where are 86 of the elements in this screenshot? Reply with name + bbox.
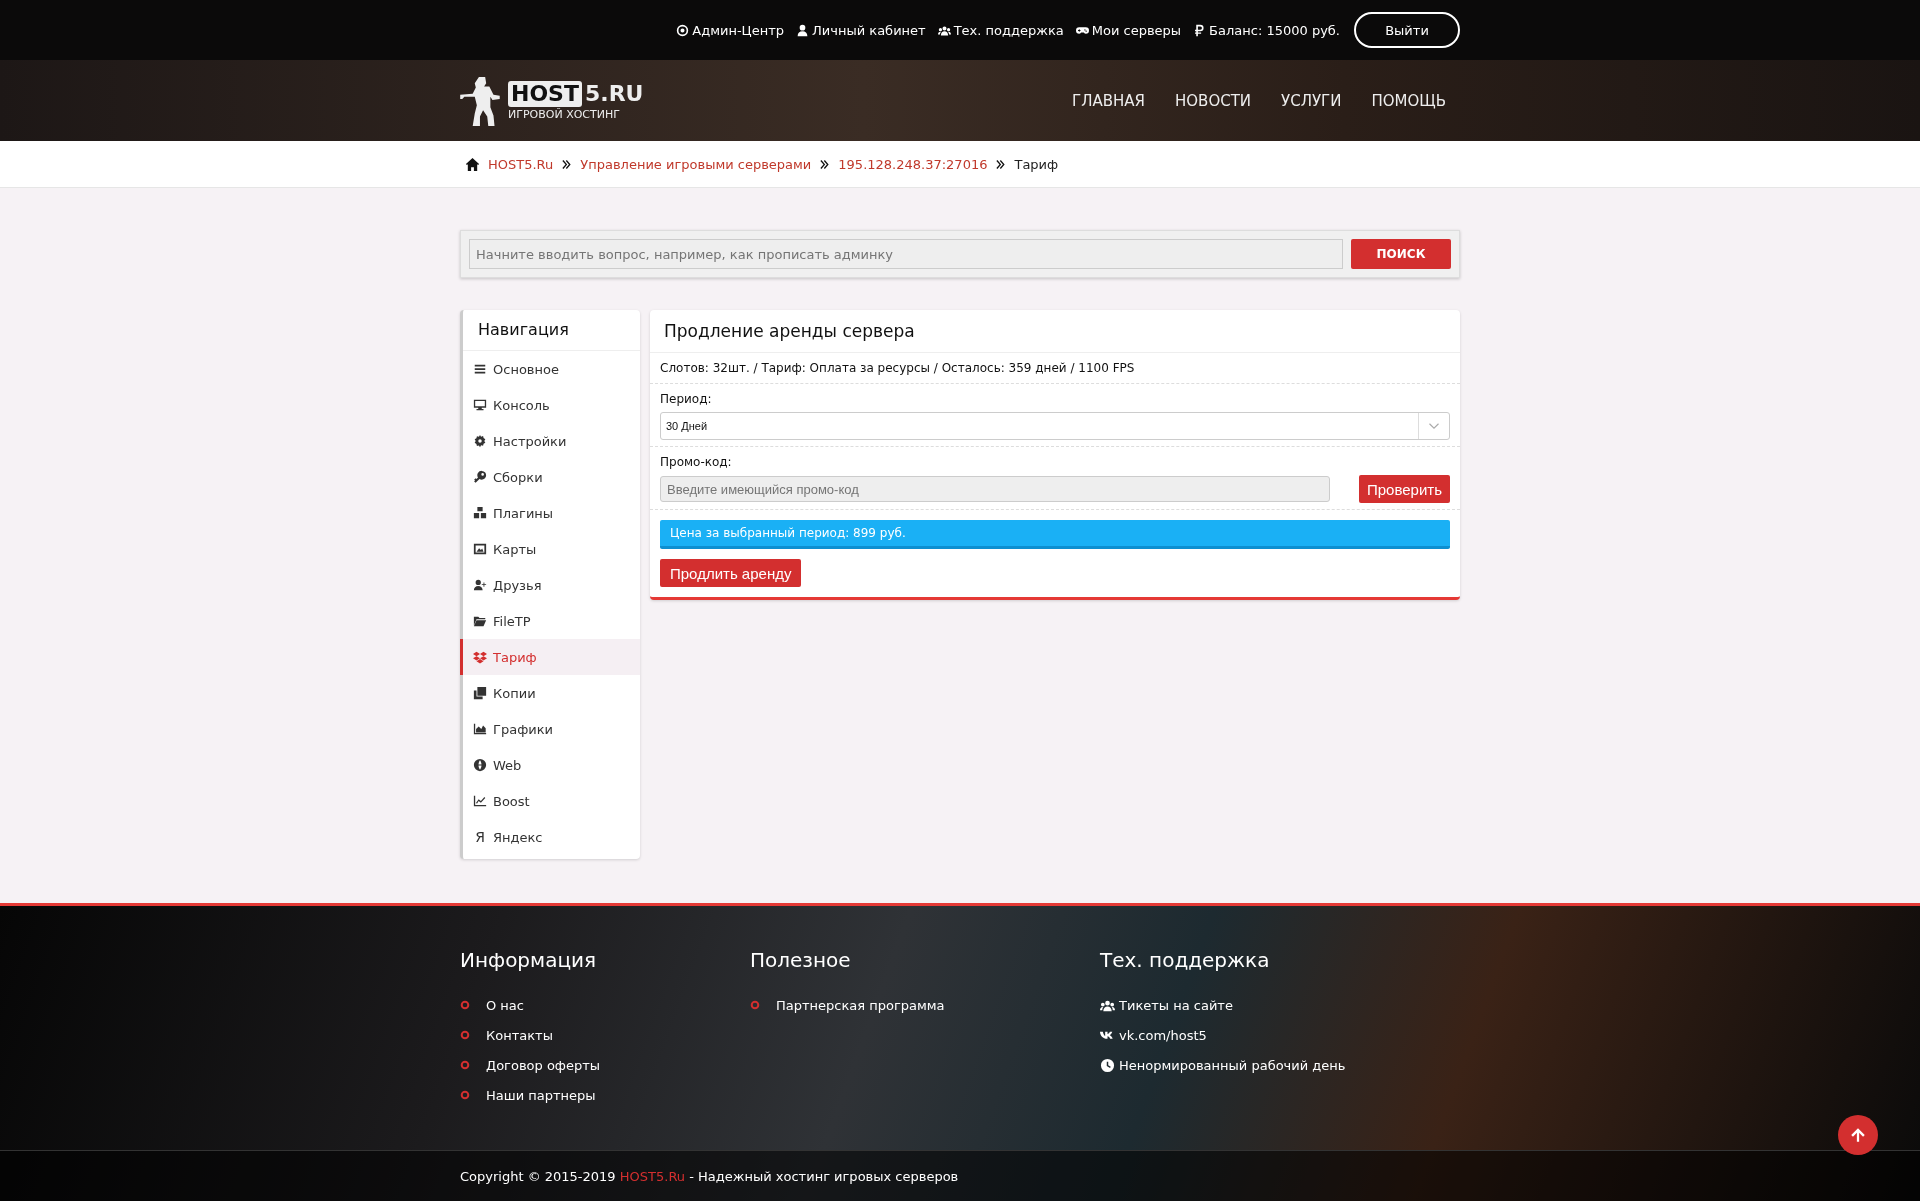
bullet-icon xyxy=(460,1060,470,1070)
brand-link[interactable]: HOST5.Ru xyxy=(619,1168,686,1184)
panel-title: Продление аренды сервера xyxy=(650,310,1460,353)
sidebar-item[interactable]: Настройки xyxy=(460,423,640,459)
sidebar-item[interactable]: Я Яндекс xyxy=(460,819,640,855)
sidebar-item[interactable]: Копии xyxy=(460,675,640,711)
sidebar-item[interactable]: Основное xyxy=(460,351,640,387)
sidebar-item[interactable]: Консоль xyxy=(460,387,640,423)
search-button[interactable]: ПОИСК xyxy=(1351,239,1451,269)
arrow-up-icon xyxy=(1849,1126,1867,1144)
cubes-icon xyxy=(473,506,487,520)
sidebar-item[interactable]: Плагины xyxy=(460,495,640,531)
image-icon xyxy=(473,542,487,556)
menu-icon xyxy=(473,362,487,376)
gear-icon xyxy=(473,434,487,448)
chevron-icon xyxy=(995,158,1007,170)
footer-heading: Информация xyxy=(460,948,598,972)
footer-heading: Полезное xyxy=(750,948,852,972)
ruble-icon xyxy=(1193,23,1207,37)
logo-tagline: ИГРОВОЙ ХОСТИНГ xyxy=(508,107,621,121)
sidebar-item[interactable]: Boost xyxy=(460,783,640,819)
top-link[interactable]: Тех. поддержка xyxy=(937,22,1064,38)
field-label: Период: xyxy=(660,392,713,406)
sidebar-item[interactable]: Web xyxy=(460,747,640,783)
copy-icon xyxy=(473,686,487,700)
footer-link[interactable]: Договор оферты xyxy=(486,1057,601,1073)
target-icon xyxy=(676,23,690,37)
footer-link[interactable]: Контакты xyxy=(486,1027,553,1043)
letter-icon: Я xyxy=(473,829,487,845)
breadcrumb-item: Тариф xyxy=(1014,156,1059,172)
key-icon xyxy=(473,470,487,484)
footer-link[interactable]: Наши партнеры xyxy=(486,1087,596,1103)
footer-link[interactable]: vk.com/host5 xyxy=(1119,1027,1207,1043)
sidebar-item[interactable]: Друзья xyxy=(460,567,640,603)
logo-mark: HOST xyxy=(508,80,582,107)
boxes-icon xyxy=(473,650,487,664)
bullet-icon xyxy=(460,1090,470,1100)
monitor-icon xyxy=(473,398,487,412)
footer-heading: Тех. поддержка xyxy=(1100,948,1271,972)
copyright-text: Copyright © 2015-2019 HOST5.Ru - Надежный хостинг игровых серверов xyxy=(460,1168,960,1184)
nav-link[interactable]: ГЛАВНАЯ xyxy=(1072,91,1145,110)
nav-link[interactable]: ПОМОЩЬ xyxy=(1371,91,1446,110)
chevron-icon xyxy=(819,158,831,170)
footer-link[interactable]: Тикеты на сайте xyxy=(1119,997,1233,1013)
top-link[interactable]: Мои серверы xyxy=(1075,22,1182,38)
sidebar-item[interactable]: Графики xyxy=(460,711,640,747)
price-alert: Цена за выбранный период: 899 руб. xyxy=(660,520,1450,549)
nav-link[interactable]: НОВОСТИ xyxy=(1175,91,1252,110)
folder-icon xyxy=(473,614,487,628)
breadcrumb-item[interactable]: HOST5.Ru xyxy=(488,156,554,172)
line-chart-icon xyxy=(473,794,487,808)
area-chart-icon xyxy=(473,722,487,736)
sidebar-item[interactable]: Тариф xyxy=(460,639,640,675)
footer-link[interactable]: О нас xyxy=(486,997,524,1013)
period-select[interactable]: 30 Дней xyxy=(660,412,1450,440)
clock-icon xyxy=(1100,1057,1115,1073)
logout-button[interactable]: Выйти xyxy=(1354,12,1460,48)
breadcrumb-item[interactable]: 195.128.248.37:27016 xyxy=(838,156,988,172)
user-icon xyxy=(796,23,810,37)
search-field[interactable]: Начните вводить вопрос, например, как прописать админку xyxy=(469,239,1343,269)
sidebar-item[interactable]: Карты xyxy=(460,531,640,567)
bullet-icon xyxy=(750,1000,760,1010)
check-button[interactable]: Проверить xyxy=(1359,475,1450,503)
top-link[interactable]: Админ-Центр xyxy=(676,22,785,38)
users-icon xyxy=(937,23,951,37)
bullet-icon xyxy=(460,1030,470,1040)
top-link[interactable]: Баланс: 15000 руб. xyxy=(1193,22,1340,38)
extend-rent-button[interactable]: Продлить аренду xyxy=(660,559,802,587)
sidebar-title: Навигация xyxy=(463,310,640,351)
bullet-icon xyxy=(460,1000,470,1010)
breadcrumb-item[interactable]: Управление игровыми серверами xyxy=(580,156,812,172)
sidebar-item[interactable]: FileTP xyxy=(460,603,640,639)
promo-code-field[interactable]: Введите имеющийся промо-код xyxy=(660,476,1330,502)
chevron-icon xyxy=(561,158,573,170)
home-icon[interactable] xyxy=(465,156,480,172)
sidebar-item[interactable]: Сборки xyxy=(460,459,640,495)
soldier-logo-icon xyxy=(460,74,502,127)
footer-link[interactable]: Ненормированный рабочий день xyxy=(1119,1057,1346,1073)
field-label: Промо-код: xyxy=(660,455,733,469)
nav-link[interactable]: УСЛУГИ xyxy=(1281,91,1342,110)
scroll-top-button[interactable] xyxy=(1838,1115,1878,1155)
logo-text: 5.RU xyxy=(584,81,644,106)
user-plus-icon xyxy=(473,578,487,592)
top-link[interactable]: Личный кабинет xyxy=(796,22,926,38)
footer-link[interactable]: Партнерская программа xyxy=(776,997,945,1013)
server-info: Слотов: 32шт. / Тариф: Оплата за ресурсы / Осталось: 359 дней / 1100 FPS xyxy=(650,353,1460,384)
